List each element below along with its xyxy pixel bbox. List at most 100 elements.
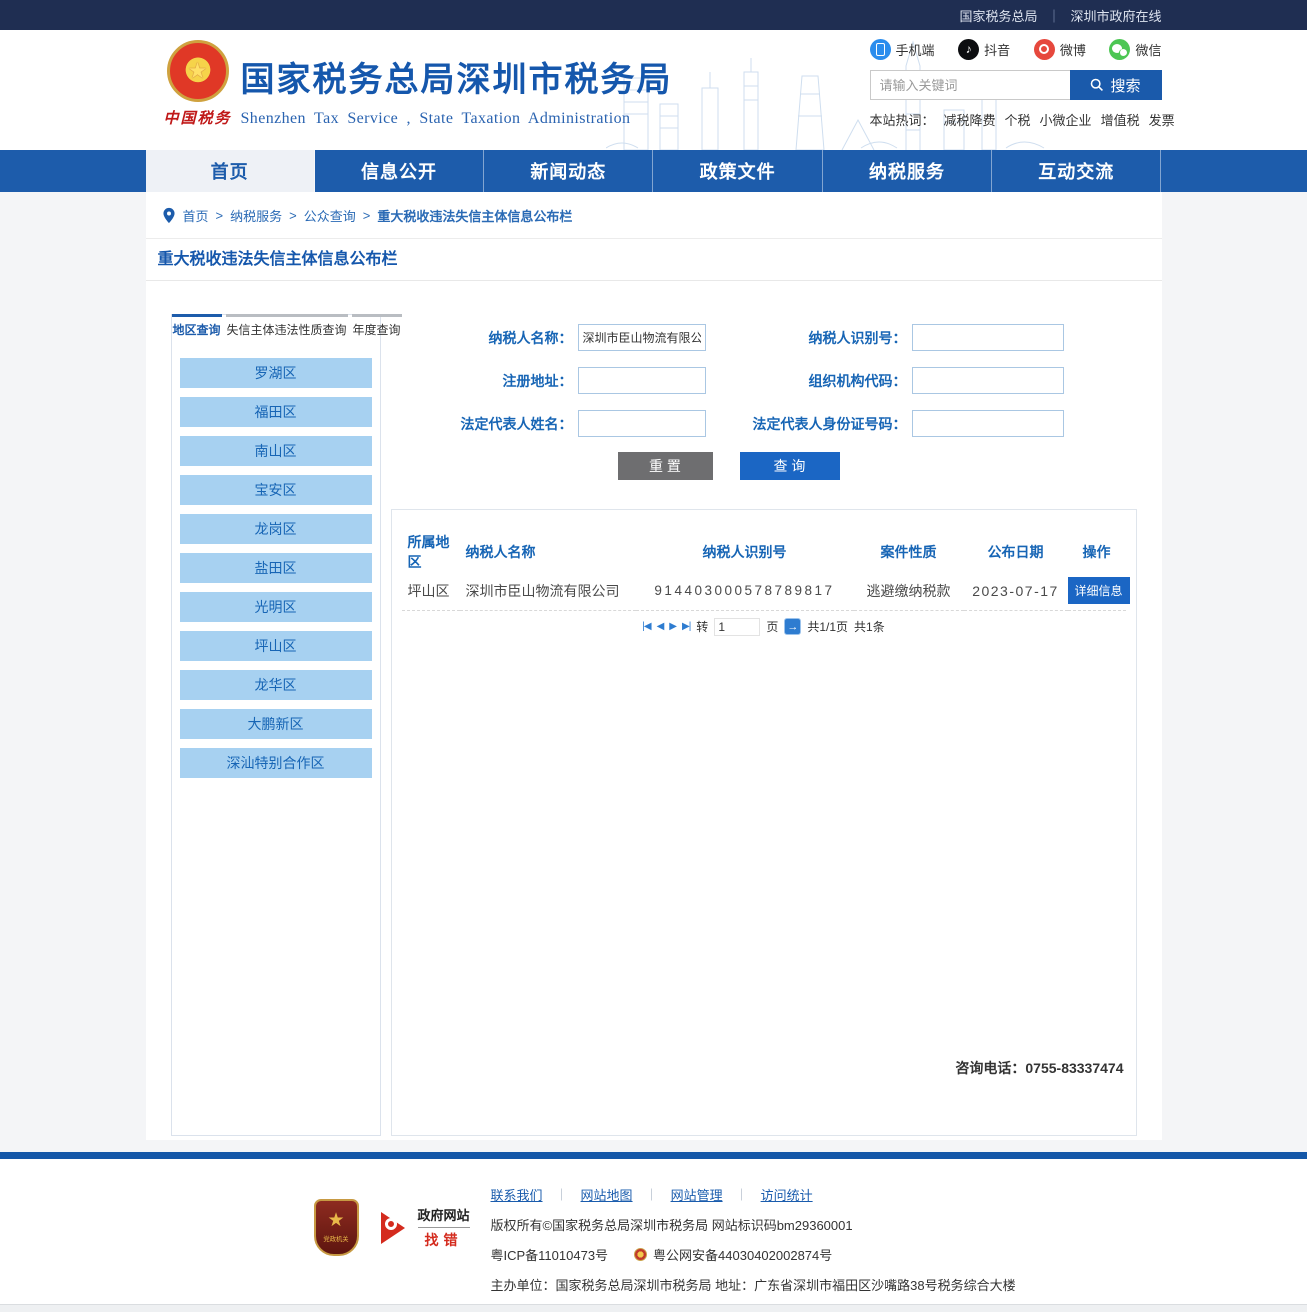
badge-star-icon: ★: [327, 1211, 344, 1230]
district-button[interactable]: 盐田区: [180, 553, 372, 583]
site-search: 搜索: [870, 70, 1162, 100]
form-field-legal-rep-id: 法定代表人身份证号码：: [764, 410, 1137, 437]
search-button[interactable]: 搜索: [1070, 70, 1162, 100]
hotword-list: 减税降费个税小微企业增值税发票: [944, 110, 1175, 129]
table-header-cell: 公布日期: [964, 532, 1068, 572]
footer-link-separator: ｜: [646, 1186, 658, 1203]
district-button[interactable]: 龙华区: [180, 670, 372, 700]
results-table: 所属地区纳税人名称纳税人识别号案件性质公布日期操作 坪山区深圳市臣山物流有限公司…: [402, 532, 1126, 611]
table-cell: 2023-07-17: [964, 572, 1068, 610]
taxpayer-id-input[interactable]: [912, 324, 1064, 351]
district-button[interactable]: 罗湖区: [180, 358, 372, 388]
district-button[interactable]: 深汕特别合作区: [180, 748, 372, 778]
topbar-link[interactable]: 国家税务总局: [959, 6, 1037, 25]
legal-rep-name-input[interactable]: [578, 410, 706, 437]
copyright-line: 版权所有©国家税务总局深圳市税务局 网站标识码bm29360001: [491, 1215, 1016, 1234]
contact-phone: 咨询电话：0755-83337474: [955, 1058, 1123, 1078]
table-cell: 逃避缴纳税款: [854, 572, 964, 610]
breadcrumb-item: 重大税收违法失信主体信息公布栏: [377, 206, 572, 225]
nav-item[interactable]: 新闻动态: [484, 150, 653, 192]
icp-number: 粤ICP备11010473号: [491, 1245, 609, 1264]
footer-link[interactable]: 联系我们: [491, 1185, 543, 1204]
legal-rep-id-input[interactable]: [912, 410, 1064, 437]
site-subtitle: Shenzhen Tax Service , State Taxation Ad…: [241, 110, 673, 128]
breadcrumb-separator: >: [289, 208, 297, 223]
topbar-link[interactable]: 深圳市政府在线: [1070, 6, 1161, 25]
footer-link[interactable]: 网站地图: [581, 1185, 633, 1204]
prev-page-icon[interactable]: ◀: [657, 621, 664, 632]
police-number: 粤公网安备44030402002874号: [653, 1245, 832, 1264]
social-item-douyin[interactable]: ♪抖音: [958, 39, 1010, 60]
sidebar-tab-region-query[interactable]: 地区查询: [172, 314, 222, 346]
taxpayer-name-input[interactable]: [578, 324, 706, 351]
pages-summary: 共1/1页: [807, 618, 848, 635]
registered-address-input[interactable]: [578, 367, 706, 394]
hotword-link[interactable]: 增值税: [1101, 110, 1140, 129]
last-page-icon[interactable]: ▶|: [682, 621, 690, 632]
table-cell: 深圳市臣山物流有限公司: [460, 572, 636, 610]
footer-link-separator: ｜: [556, 1186, 568, 1203]
go-page-button[interactable]: →: [784, 618, 801, 635]
gov-site-error-badge[interactable]: 政府网站 找错: [381, 1205, 470, 1250]
hotword-link[interactable]: 发票: [1149, 110, 1175, 129]
nav-item[interactable]: 首页: [146, 150, 315, 192]
topbar-separator: ｜: [1047, 6, 1060, 25]
total-summary: 共1条: [854, 618, 885, 635]
district-button[interactable]: 光明区: [180, 592, 372, 622]
next-page-icon[interactable]: ▶: [669, 621, 676, 632]
org-code-input[interactable]: [912, 367, 1064, 394]
district-button[interactable]: 龙岗区: [180, 514, 372, 544]
topbar-links: 国家税务总局 ｜ 深圳市政府在线: [146, 0, 1162, 30]
breadcrumb-separator: >: [363, 208, 371, 223]
detail-info-button[interactable]: 详细信息: [1068, 577, 1130, 604]
taxpayer-id-label: 纳税人识别号：: [809, 328, 907, 348]
hotword-link[interactable]: 小微企业: [1040, 110, 1092, 129]
breadcrumb-item[interactable]: 公众查询: [304, 206, 356, 225]
table-header-row: 所属地区纳税人名称纳税人识别号案件性质公布日期操作: [402, 532, 1126, 572]
reset-button[interactable]: 重 置: [618, 452, 713, 480]
page-number-input[interactable]: [714, 618, 760, 636]
social-item-wechat[interactable]: 微信: [1109, 39, 1161, 60]
jump-prefix-label: 转: [696, 618, 708, 635]
social-item-mobile[interactable]: 手机端: [870, 39, 935, 60]
first-page-icon[interactable]: |◀: [642, 621, 650, 632]
party-gov-badge[interactable]: ★ 党政机关: [314, 1199, 359, 1256]
nav-item[interactable]: 纳税服务: [823, 150, 992, 192]
table-cell: 914403000578789817: [636, 572, 854, 610]
site-title: 国家税务总局深圳市税务局: [241, 52, 673, 101]
social-label: 手机端: [896, 40, 935, 59]
site-header: ★ 中国税务 国家税务总局深圳市税务局 Shenzhen Tax Service…: [0, 30, 1307, 150]
query-button[interactable]: 查 询: [740, 452, 840, 480]
search-icon: [1090, 78, 1104, 92]
table-action-cell: 详细信息: [1068, 572, 1126, 610]
nav-item[interactable]: 政策文件: [653, 150, 822, 192]
hotword-link[interactable]: 减税降费: [944, 110, 996, 129]
sidebar-tab-violation-type-query[interactable]: 失信主体违法性质查询: [226, 314, 348, 346]
breadcrumb-item[interactable]: 纳税服务: [230, 206, 282, 225]
footer-link[interactable]: 网站管理: [671, 1185, 723, 1204]
district-button[interactable]: 福田区: [180, 397, 372, 427]
search-input[interactable]: [870, 70, 1070, 100]
social-item-weibo[interactable]: 微博: [1034, 39, 1086, 60]
footer-link[interactable]: 访问统计: [761, 1185, 813, 1204]
district-button[interactable]: 坪山区: [180, 631, 372, 661]
table-row: 坪山区深圳市臣山物流有限公司914403000578789817逃避缴纳税款20…: [402, 572, 1126, 610]
nav-item[interactable]: 信息公开: [315, 150, 484, 192]
district-button[interactable]: 南山区: [180, 436, 372, 466]
district-button[interactable]: 大鹏新区: [180, 709, 372, 739]
social-label: 微博: [1060, 40, 1086, 59]
hotword-link[interactable]: 个税: [1005, 110, 1031, 129]
form-field-legal-rep-name: 法定代表人姓名：: [391, 410, 764, 437]
breadcrumb-item[interactable]: 首页: [183, 206, 209, 225]
nav-items: 首页信息公开新闻动态政策文件纳税服务互动交流: [146, 150, 1162, 192]
district-button[interactable]: 宝安区: [180, 475, 372, 505]
logo-caption: 中国税务: [158, 107, 238, 128]
social-links: 手机端 ♪抖音 微博 微信: [870, 37, 1162, 61]
footer: ★ 党政机关 政府网站 找错 联系我们｜网站地图｜网站管理｜访问统计 版权所有©…: [0, 1159, 1307, 1304]
query-form: 纳税人名称：纳税人识别号：注册地址：组织机构代码：法定代表人姓名：法定代表人身份…: [391, 324, 1137, 437]
nav-item[interactable]: 互动交流: [992, 150, 1161, 192]
weibo-icon: [1034, 39, 1055, 60]
hotwords-label: 本站热词：: [870, 110, 935, 129]
table-header-cell: 操作: [1068, 532, 1126, 572]
form-field-org-code: 组织机构代码：: [764, 367, 1137, 394]
